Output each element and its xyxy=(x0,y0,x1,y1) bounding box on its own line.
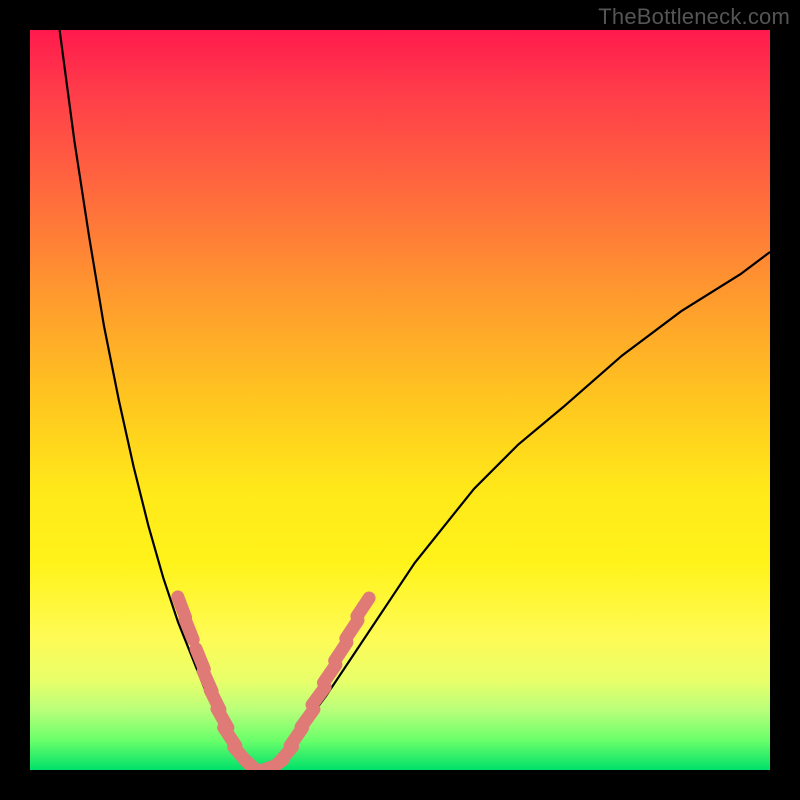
plot-area xyxy=(30,30,770,770)
watermark-text: TheBottleneck.com xyxy=(598,4,790,30)
gradient-background xyxy=(30,30,770,770)
chart-frame: TheBottleneck.com xyxy=(0,0,800,800)
